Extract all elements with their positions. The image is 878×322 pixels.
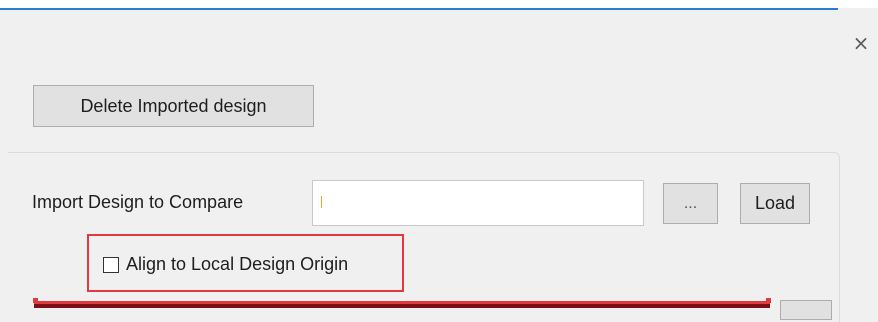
browse-button[interactable]: ... xyxy=(663,183,718,224)
align-origin-label[interactable]: Align to Local Design Origin xyxy=(126,254,348,275)
text-caret xyxy=(321,196,322,208)
delete-imported-design-button[interactable]: Delete Imported design xyxy=(33,85,314,127)
title-accent-line xyxy=(0,8,838,10)
align-origin-checkbox[interactable] xyxy=(103,257,119,273)
partial-button[interactable] xyxy=(780,300,832,320)
highlight-marker-right xyxy=(766,298,771,303)
import-design-label: Import Design to Compare xyxy=(32,192,244,212)
dialog-window: × Delete Imported design Import Design t… xyxy=(0,0,878,322)
import-path-input[interactable] xyxy=(312,180,644,226)
title-bar-strip xyxy=(0,0,878,8)
close-icon[interactable]: × xyxy=(848,30,874,56)
load-button[interactable]: Load xyxy=(740,183,810,224)
highlight-underline-shadow xyxy=(34,304,770,308)
highlight-marker-left xyxy=(33,298,38,303)
